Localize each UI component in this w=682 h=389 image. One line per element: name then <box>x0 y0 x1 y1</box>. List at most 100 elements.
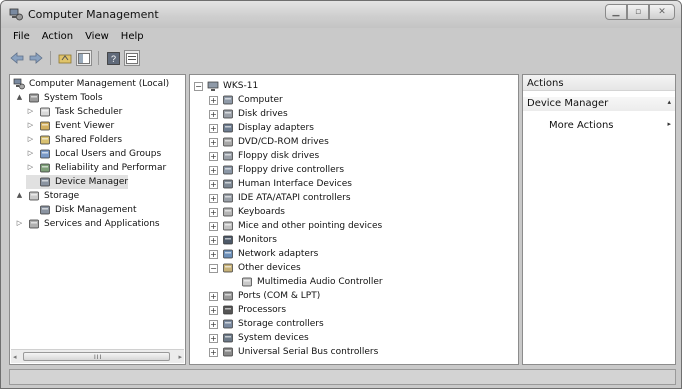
scrollbar-thumb[interactable]: III <box>23 352 170 361</box>
actions-header: Actions <box>523 75 675 91</box>
expand-icon[interactable]: + <box>209 221 218 231</box>
expand-icon[interactable]: ▷ <box>15 219 24 229</box>
port-icon <box>223 291 233 301</box>
forward-button[interactable] <box>28 50 44 66</box>
back-button[interactable] <box>9 50 25 66</box>
unknown-device-icon <box>242 277 252 287</box>
expand-icon[interactable]: + <box>209 123 218 133</box>
scroll-right-icon[interactable]: ▸ <box>178 353 182 361</box>
scroll-left-icon[interactable]: ◂ <box>13 353 17 361</box>
expand-icon[interactable]: ▷ <box>26 163 35 173</box>
device-category-storage-controllers[interactable]: + Storage controllers <box>209 317 324 331</box>
expand-icon[interactable]: + <box>209 347 218 357</box>
device-category-multimedia-audio-controller[interactable]: Multimedia Audio Controller <box>228 275 383 289</box>
device-category-processors[interactable]: + Processors <box>209 303 286 317</box>
menu-action[interactable]: Action <box>36 30 79 46</box>
tree-item-reliability-and-performar[interactable]: ▷ Reliability and Performar <box>26 161 166 175</box>
device-category-ide-ata-atapi-controllers[interactable]: + IDE ATA/ATAPI controllers <box>209 191 351 205</box>
menu-file[interactable]: File <box>7 30 36 46</box>
performance-icon <box>40 163 50 173</box>
collapse-section-icon[interactable]: ▴ <box>667 98 671 106</box>
tree-item-disk-management[interactable]: Disk Management <box>26 203 136 217</box>
device-tree-root[interactable]: − WKS-11 <box>194 79 258 93</box>
device-category-universal-serial-bus-controllers[interactable]: + Universal Serial Bus controllers <box>209 345 378 359</box>
device-category-label: Other devices <box>238 263 301 273</box>
expand-icon[interactable]: + <box>209 179 218 189</box>
expand-icon[interactable]: + <box>209 333 218 343</box>
system-devices-icon <box>223 333 233 343</box>
device-category-network-adapters[interactable]: + Network adapters <box>209 247 318 261</box>
show-hide-console-tree-button[interactable] <box>76 50 92 66</box>
expand-icon[interactable]: ▷ <box>26 135 35 145</box>
tree-item-label: System Tools <box>44 93 103 103</box>
menu-view[interactable]: View <box>79 30 115 46</box>
actions-section-device-manager[interactable]: Device Manager ▴ <box>523 97 675 111</box>
device-category-system-devices[interactable]: + System devices <box>209 331 309 345</box>
device-category-disk-drives[interactable]: + Disk drives <box>209 107 288 121</box>
device-category-monitors[interactable]: + Monitors <box>209 233 277 247</box>
help-button[interactable]: ? <box>105 50 121 66</box>
tree-item-local-users-and-groups[interactable]: ▷ Local Users and Groups <box>26 147 161 161</box>
expand-icon[interactable]: + <box>209 235 218 245</box>
expand-icon[interactable]: + <box>209 207 218 217</box>
expand-icon[interactable]: + <box>209 291 218 301</box>
ide-controller-icon <box>223 193 233 203</box>
device-category-floppy-drive-controllers[interactable]: + Floppy drive controllers <box>209 163 344 177</box>
tree-item-label: Event Viewer <box>55 121 115 131</box>
storage-icon <box>29 191 39 201</box>
expand-icon[interactable]: + <box>209 305 218 315</box>
expand-icon[interactable]: + <box>209 95 218 105</box>
device-category-mice-and-other-pointing-devices[interactable]: + Mice and other pointing devices <box>209 219 382 233</box>
horizontal-scrollbar[interactable]: ◂ III ▸ <box>11 349 184 363</box>
properties-button[interactable] <box>124 50 140 66</box>
device-category-dvd-cd-rom-drives[interactable]: + DVD/CD-ROM drives <box>209 135 329 149</box>
device-category-computer[interactable]: + Computer <box>209 93 283 107</box>
scrollbar-grip: III <box>94 354 103 361</box>
tree-item-device-manager[interactable]: Device Manager <box>26 175 129 189</box>
expand-icon[interactable]: + <box>209 109 218 119</box>
expand-icon[interactable]: ▷ <box>26 121 35 131</box>
menu-help[interactable]: Help <box>115 30 150 46</box>
tree-item-computer-management-local[interactable]: Computer Management (Local) <box>13 77 169 91</box>
device-category-label: Floppy disk drives <box>238 151 320 161</box>
expand-icon[interactable]: + <box>209 137 218 147</box>
more-actions-item[interactable]: More Actions ▸ <box>523 119 675 133</box>
expand-icon[interactable]: ▷ <box>26 149 35 159</box>
device-category-ports-com-lpt[interactable]: + Ports (COM & LPT) <box>209 289 320 303</box>
expand-icon[interactable]: + <box>209 165 218 175</box>
expand-icon[interactable]: ▷ <box>26 107 35 117</box>
close-button[interactable]: ✕ <box>649 4 675 20</box>
maximize-button[interactable]: ▫ <box>627 4 649 20</box>
expand-icon[interactable]: + <box>209 249 218 259</box>
expand-icon[interactable]: + <box>209 151 218 161</box>
device-category-human-interface-devices[interactable]: + Human Interface Devices <box>209 177 352 191</box>
tree-item-storage[interactable]: ▲ Storage <box>15 189 79 203</box>
tree-item-task-scheduler[interactable]: ▷ Task Scheduler <box>26 105 123 119</box>
expand-icon[interactable]: + <box>209 319 218 329</box>
help-icon: ? <box>106 51 120 65</box>
device-tree-pane: − WKS-11 + Computer + Disk drives + Display a… <box>189 74 519 365</box>
up-one-level-button[interactable] <box>57 50 73 66</box>
floppy-controller-icon <box>223 165 233 175</box>
caption-buttons: ▁ ▫ ✕ <box>605 4 675 20</box>
device-category-floppy-disk-drives[interactable]: + Floppy disk drives <box>209 149 319 163</box>
device-category-keyboards[interactable]: + Keyboards <box>209 205 285 219</box>
title-bar[interactable]: Computer Management ▁ ▫ ✕ <box>1 1 681 28</box>
collapse-icon[interactable]: ▲ <box>15 93 24 103</box>
minimize-button[interactable]: ▁ <box>605 4 627 20</box>
device-category-label: DVD/CD-ROM drives <box>238 137 329 147</box>
expand-icon[interactable]: + <box>209 193 218 203</box>
device-category-other-devices[interactable]: − Other devices <box>209 261 301 275</box>
tree-item-label: Local Users and Groups <box>55 149 162 159</box>
keyboard-icon <box>223 207 233 217</box>
tree-item-event-viewer[interactable]: ▷ Event Viewer <box>26 119 114 133</box>
collapse-icon[interactable]: ▲ <box>15 191 24 201</box>
collapse-icon[interactable]: − <box>209 263 218 273</box>
tree-item-label: Device Manager <box>55 177 129 187</box>
tree-item-shared-folders[interactable]: ▷ Shared Folders <box>26 133 122 147</box>
tree-item-system-tools[interactable]: ▲ System Tools <box>15 91 103 105</box>
collapse-icon[interactable]: − <box>194 81 203 91</box>
device-category-display-adapters[interactable]: + Display adapters <box>209 121 314 135</box>
tree-item-services-and-applications[interactable]: ▷ Services and Applications <box>15 217 160 231</box>
clock-icon <box>40 107 50 117</box>
